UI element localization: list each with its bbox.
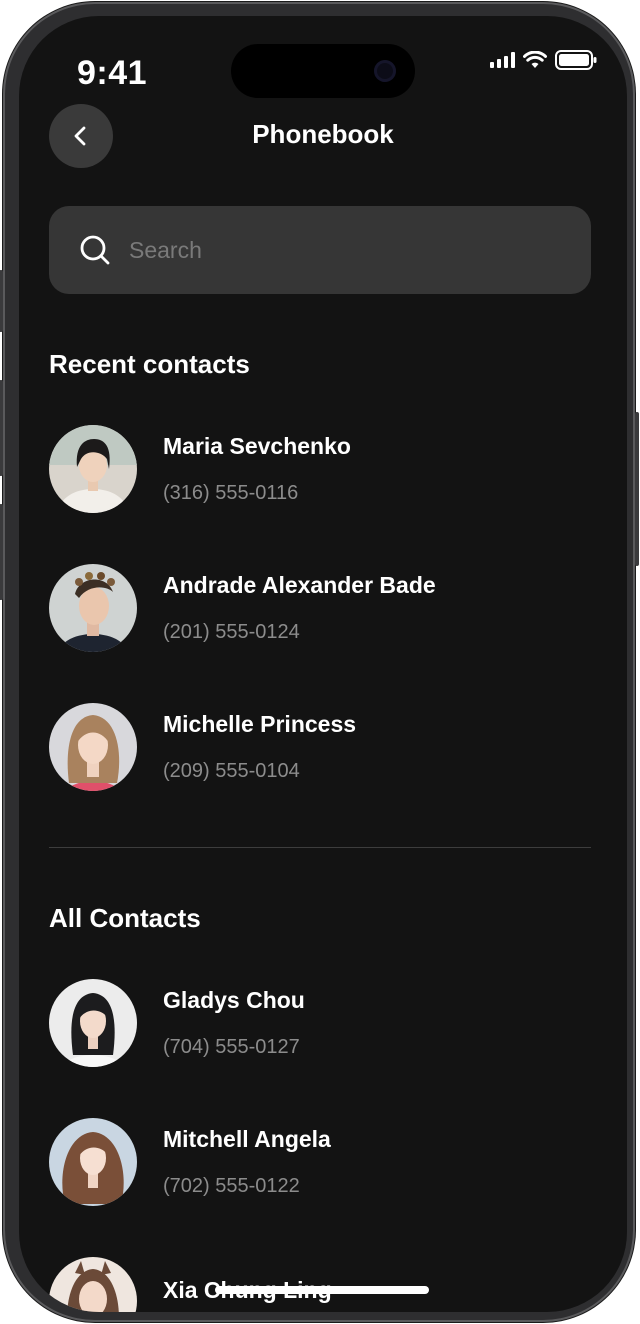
avatar xyxy=(49,425,137,513)
avatar xyxy=(49,979,137,1067)
contact-name: Maria Sevchenko xyxy=(163,433,351,459)
device-volume-up xyxy=(0,380,3,476)
avatar xyxy=(49,703,137,791)
contact-row[interactable]: Maria Sevchenko (316) 555-0116 xyxy=(49,424,589,514)
contact-name: Michelle Princess xyxy=(163,711,357,737)
battery-icon xyxy=(555,50,597,70)
contact-phone: (209) 555-0104 xyxy=(163,760,300,782)
status-icons xyxy=(490,50,597,70)
all-contacts-heading: All Contacts xyxy=(49,903,201,933)
contact-phone: (702) 555-0122 xyxy=(163,1175,300,1197)
contact-row[interactable]: Michelle Princess (209) 555-0104 xyxy=(49,702,589,792)
contact-row[interactable]: Mitchell Angela (702) 555-0122 xyxy=(49,1117,589,1207)
device-power-button xyxy=(635,412,639,566)
status-time: 9:41 xyxy=(77,54,148,92)
contact-phone: (316) 555-0116 xyxy=(163,482,299,504)
contact-phone: (201) 555-0124 xyxy=(163,621,300,643)
device-volume-down xyxy=(0,504,3,600)
avatar xyxy=(49,1257,137,1312)
contact-phone: (704) 555-0127 xyxy=(163,1036,300,1058)
contact-name: Andrade Alexander Bade xyxy=(163,572,436,598)
screen: 9:41 Phonebook Search Recent contacts Ma… xyxy=(19,16,627,1312)
cellular-signal-icon xyxy=(490,52,515,68)
search-bar[interactable] xyxy=(49,206,591,294)
contact-row[interactable]: Andrade Alexander Bade (201) 555-0124 xyxy=(49,563,589,653)
avatar xyxy=(49,1118,137,1206)
contact-name: Mitchell Angela xyxy=(163,1126,331,1152)
contact-name: Gladys Chou xyxy=(163,987,305,1013)
section-divider xyxy=(49,847,591,848)
device-frame: 9:41 Phonebook Search Recent contacts Ma… xyxy=(0,2,639,1322)
contact-row[interactable]: Xia Chung Ling xyxy=(49,1256,589,1312)
search-icon xyxy=(80,235,110,265)
contact-row[interactable]: Gladys Chou (704) 555-0127 xyxy=(49,978,589,1068)
wifi-icon xyxy=(523,51,547,68)
home-indicator[interactable] xyxy=(215,1286,429,1294)
front-camera xyxy=(374,60,396,82)
search-input[interactable] xyxy=(129,236,549,264)
avatar xyxy=(49,564,137,652)
page-title: Phonebook xyxy=(252,119,394,149)
recent-contacts-heading: Recent contacts xyxy=(49,349,250,379)
device-mute-switch xyxy=(0,270,3,332)
